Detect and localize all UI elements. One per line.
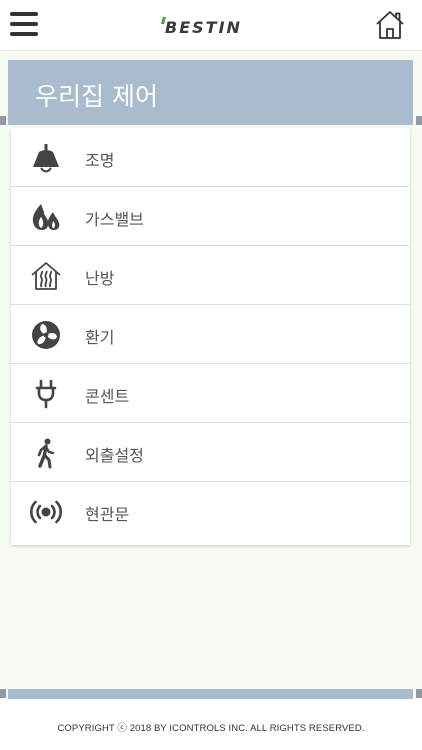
hamburger-menu-icon[interactable] — [10, 12, 40, 38]
home-icon[interactable] — [374, 9, 406, 41]
menu-item-label: 환기 — [85, 328, 115, 347]
broadcast-icon — [30, 496, 62, 528]
bottom-accent-bar — [8, 689, 413, 699]
section-title: 우리집 제어 — [35, 82, 158, 111]
lamp-icon — [30, 142, 62, 174]
right-edge-marker — [416, 116, 422, 125]
walking-person-icon — [30, 437, 62, 469]
menu-item-label: 가스밸브 — [85, 210, 144, 229]
menu-item-ventilation[interactable]: 환기 — [11, 305, 410, 364]
fan-icon — [30, 319, 62, 351]
menu-item-lighting[interactable]: 조명 — [11, 128, 410, 187]
left-edge-marker-bottom — [0, 689, 6, 698]
section-header: 우리집 제어 — [8, 60, 413, 125]
brand-name: BESTIN — [165, 18, 242, 37]
menu-item-label: 조명 — [85, 151, 115, 170]
menu-item-label: 난방 — [85, 269, 115, 288]
top-bar: BESTIN — [0, 0, 422, 51]
right-edge-marker-bottom — [416, 689, 422, 698]
menu-item-outlet[interactable]: 콘센트 — [11, 364, 410, 423]
brand-logo: BESTIN — [150, 16, 272, 40]
menu-item-gas-valve[interactable]: 가스밸브 — [11, 187, 410, 246]
menu-item-label: 현관문 — [85, 505, 130, 524]
menu-item-away-mode[interactable]: 외출설정 — [11, 423, 410, 482]
plug-icon — [30, 378, 62, 410]
menu-item-heating[interactable]: 난방 — [11, 246, 410, 305]
menu-item-label: 콘센트 — [85, 387, 130, 406]
flame-icon — [30, 201, 62, 233]
control-menu-list: 조명 가스밸브 난방 환기 콘센트 외출설정 현관문 — [11, 128, 410, 545]
menu-item-front-door[interactable]: 현관문 — [11, 482, 410, 541]
heating-icon — [30, 260, 62, 292]
menu-item-label: 외출설정 — [85, 446, 144, 465]
left-edge-marker — [0, 116, 6, 125]
copyright-text: COPYRIGHT ⓒ 2018 BY ICONTROLS INC. ALL R… — [57, 723, 365, 734]
